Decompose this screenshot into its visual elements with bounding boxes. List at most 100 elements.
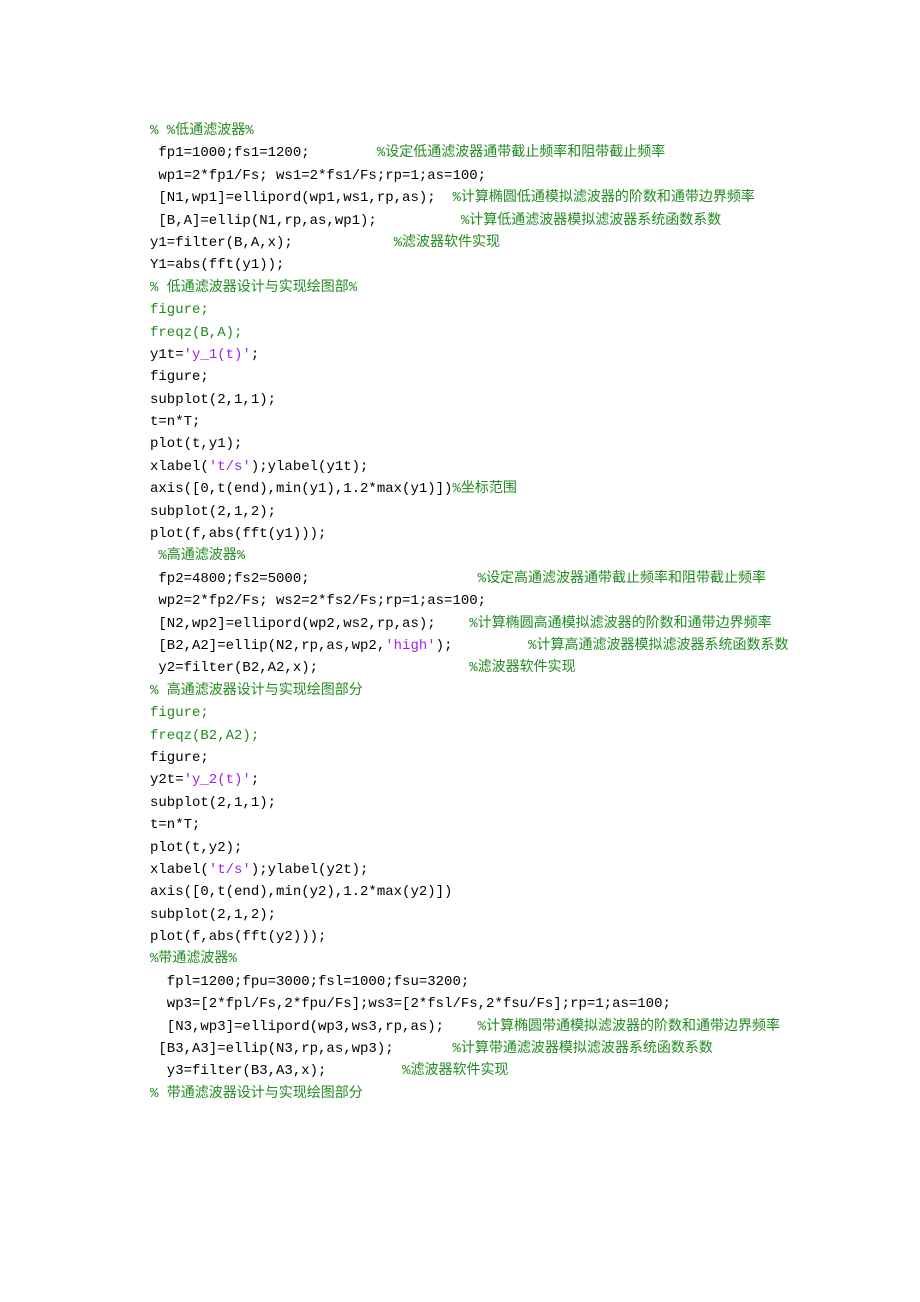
code-comment: %计算带通滤波器模拟滤波器系统函数系数: [452, 1041, 712, 1057]
code-line: figure;: [150, 747, 780, 769]
code-comment: %计算椭圆高通模拟滤波器的阶数和通带边界频率: [469, 616, 771, 632]
code-line: % %低通滤波器%: [150, 120, 780, 142]
code-line: axis([0,t(end),min(y2),1.2*max(y2)]): [150, 881, 780, 903]
code-line: figure;: [150, 299, 780, 321]
code-line: %带通滤波器%: [150, 948, 780, 970]
code-comment: freqz(B2,A2);: [150, 728, 259, 744]
code-string: 'y_1(t)': [184, 347, 251, 363]
code-text: wp1=2*fp1/Fs; ws1=2*fs1/Fs;rp=1;as=100;: [150, 168, 486, 184]
code-text: subplot(2,1,1);: [150, 392, 276, 408]
code-text: axis([0,t(end),min(y1),1.2*max(y1)]): [150, 481, 452, 497]
code-line: [N3,wp3]=ellipord(wp3,ws3,rp,as); %计算椭圆带…: [150, 1016, 780, 1038]
code-text: y1=filter(B,A,x);: [150, 235, 394, 251]
code-text: figure;: [150, 750, 209, 766]
code-line: wp1=2*fp1/Fs; ws1=2*fs1/Fs;rp=1;as=100;: [150, 165, 780, 187]
code-text: figure;: [150, 369, 209, 385]
code-text: plot(t,y2);: [150, 840, 242, 856]
code-text: [B,A]=ellip(N1,rp,as,wp1);: [150, 213, 461, 229]
code-line: %高通滤波器%: [150, 545, 780, 567]
code-text: subplot(2,1,2);: [150, 504, 276, 520]
code-text: );: [436, 638, 528, 654]
code-text: y2=filter(B2,A2,x);: [150, 660, 469, 676]
code-comment: % %低通滤波器%: [150, 123, 254, 139]
code-text: t=n*T;: [150, 414, 200, 430]
code-line: freqz(B2,A2);: [150, 725, 780, 747]
code-text: fp1=1000;fs1=1200;: [150, 145, 377, 161]
code-text: y1t=: [150, 347, 184, 363]
code-text: y3=filter(B3,A3,x);: [150, 1063, 402, 1079]
code-line: subplot(2,1,2);: [150, 501, 780, 523]
code-comment: %滤波器软件实现: [402, 1063, 508, 1079]
code-text: plot(t,y1);: [150, 436, 242, 452]
code-line: plot(f,abs(fft(y1)));: [150, 523, 780, 545]
code-line: wp2=2*fp2/Fs; ws2=2*fs2/Fs;rp=1;as=100;: [150, 590, 780, 612]
code-text: [B2,A2]=ellip(N2,rp,as,wp2,: [150, 638, 385, 654]
code-text: axis([0,t(end),min(y2),1.2*max(y2)]): [150, 884, 452, 900]
code-comment: %计算椭圆低通模拟滤波器的阶数和通带边界频率: [452, 190, 754, 206]
code-text: subplot(2,1,2);: [150, 907, 276, 923]
code-line: freqz(B,A);: [150, 322, 780, 344]
code-line: y1=filter(B,A,x); %滤波器软件实现: [150, 232, 780, 254]
code-text: );ylabel(y1t);: [251, 459, 369, 475]
code-text: y2t=: [150, 772, 184, 788]
code-text: [N1,wp1]=ellipord(wp1,ws1,rp,as);: [150, 190, 452, 206]
code-line: % 高通滤波器设计与实现绘图部分: [150, 680, 780, 702]
code-line: [B3,A3]=ellip(N3,rp,as,wp3); %计算带通滤波器模拟滤…: [150, 1038, 780, 1060]
code-comment: %滤波器软件实现: [469, 660, 575, 676]
code-line: t=n*T;: [150, 411, 780, 433]
code-line: % 低通滤波器设计与实现绘图部%: [150, 277, 780, 299]
code-line: plot(t,y2);: [150, 837, 780, 859]
code-line: xlabel('t/s');ylabel(y1t);: [150, 456, 780, 478]
code-line: figure;: [150, 366, 780, 388]
code-text: subplot(2,1,1);: [150, 795, 276, 811]
code-comment: %设定低通滤波器通带截止频率和阻带截止频率: [377, 145, 665, 161]
code-line: [B2,A2]=ellip(N2,rp,as,wp2,'high'); %计算高…: [150, 635, 780, 657]
code-line: t=n*T;: [150, 814, 780, 836]
code-line: y1t='y_1(t)';: [150, 344, 780, 366]
code-line: y2t='y_2(t)';: [150, 769, 780, 791]
code-text: wp3=[2*fpl/Fs,2*fpu/Fs];ws3=[2*fsl/Fs,2*…: [150, 996, 671, 1012]
code-text: wp2=2*fp2/Fs; ws2=2*fs2/Fs;rp=1;as=100;: [150, 593, 486, 609]
code-text: [B3,A3]=ellip(N3,rp,as,wp3);: [150, 1041, 452, 1057]
code-block: % %低通滤波器% fp1=1000;fs1=1200; %设定低通滤波器通带截…: [150, 120, 780, 1105]
code-comment: % 带通滤波器设计与实现绘图部分: [150, 1086, 363, 1102]
code-text: [N2,wp2]=ellipord(wp2,ws2,rp,as);: [150, 616, 469, 632]
code-text: [N3,wp3]=ellipord(wp3,ws3,rp,as);: [150, 1019, 478, 1035]
code-text: );ylabel(y2t);: [251, 862, 369, 878]
code-line: y3=filter(B3,A3,x); %滤波器软件实现: [150, 1060, 780, 1082]
code-comment: freqz(B,A);: [150, 325, 242, 341]
code-comment: figure;: [150, 705, 209, 721]
code-text: fp2=4800;fs2=5000;: [150, 571, 478, 587]
code-line: subplot(2,1,1);: [150, 389, 780, 411]
code-line: Y1=abs(fft(y1));: [150, 254, 780, 276]
code-line: fpl=1200;fpu=3000;fsl=1000;fsu=3200;: [150, 971, 780, 993]
code-text: xlabel(: [150, 459, 209, 475]
code-comment: %带通滤波器%: [150, 951, 237, 967]
code-line: figure;: [150, 702, 780, 724]
code-line: xlabel('t/s');ylabel(y2t);: [150, 859, 780, 881]
code-comment: %滤波器软件实现: [394, 235, 500, 251]
code-string: 'high': [385, 638, 435, 654]
code-line: axis([0,t(end),min(y1),1.2*max(y1)])%坐标范…: [150, 478, 780, 500]
code-comment: %计算椭圆带通模拟滤波器的阶数和通带边界频率: [478, 1019, 780, 1035]
code-text: t=n*T;: [150, 817, 200, 833]
code-line: subplot(2,1,2);: [150, 904, 780, 926]
code-comment: %坐标范围: [452, 481, 516, 497]
code-line: [B,A]=ellip(N1,rp,as,wp1); %计算低通滤波器模拟滤波器…: [150, 210, 780, 232]
code-comment: %设定高通滤波器通带截止频率和阻带截止频率: [478, 571, 766, 587]
code-comment: figure;: [150, 302, 209, 318]
code-line: [N2,wp2]=ellipord(wp2,ws2,rp,as); %计算椭圆高…: [150, 613, 780, 635]
code-comment: % 低通滤波器设计与实现绘图部%: [150, 280, 357, 296]
code-string: 't/s': [209, 459, 251, 475]
code-text: ;: [251, 772, 259, 788]
code-line: fp2=4800;fs2=5000; %设定高通滤波器通带截止频率和阻带截止频率: [150, 568, 780, 590]
code-line: fp1=1000;fs1=1200; %设定低通滤波器通带截止频率和阻带截止频率: [150, 142, 780, 164]
code-comment: %计算低通滤波器模拟滤波器系统函数系数: [461, 213, 721, 229]
code-line: wp3=[2*fpl/Fs,2*fpu/Fs];ws3=[2*fsl/Fs,2*…: [150, 993, 780, 1015]
code-comment: %高通滤波器%: [150, 548, 245, 564]
code-text: plot(f,abs(fft(y2)));: [150, 929, 326, 945]
code-string: 't/s': [209, 862, 251, 878]
code-line: [N1,wp1]=ellipord(wp1,ws1,rp,as); %计算椭圆低…: [150, 187, 780, 209]
code-text: ;: [251, 347, 259, 363]
code-line: y2=filter(B2,A2,x); %滤波器软件实现: [150, 657, 780, 679]
